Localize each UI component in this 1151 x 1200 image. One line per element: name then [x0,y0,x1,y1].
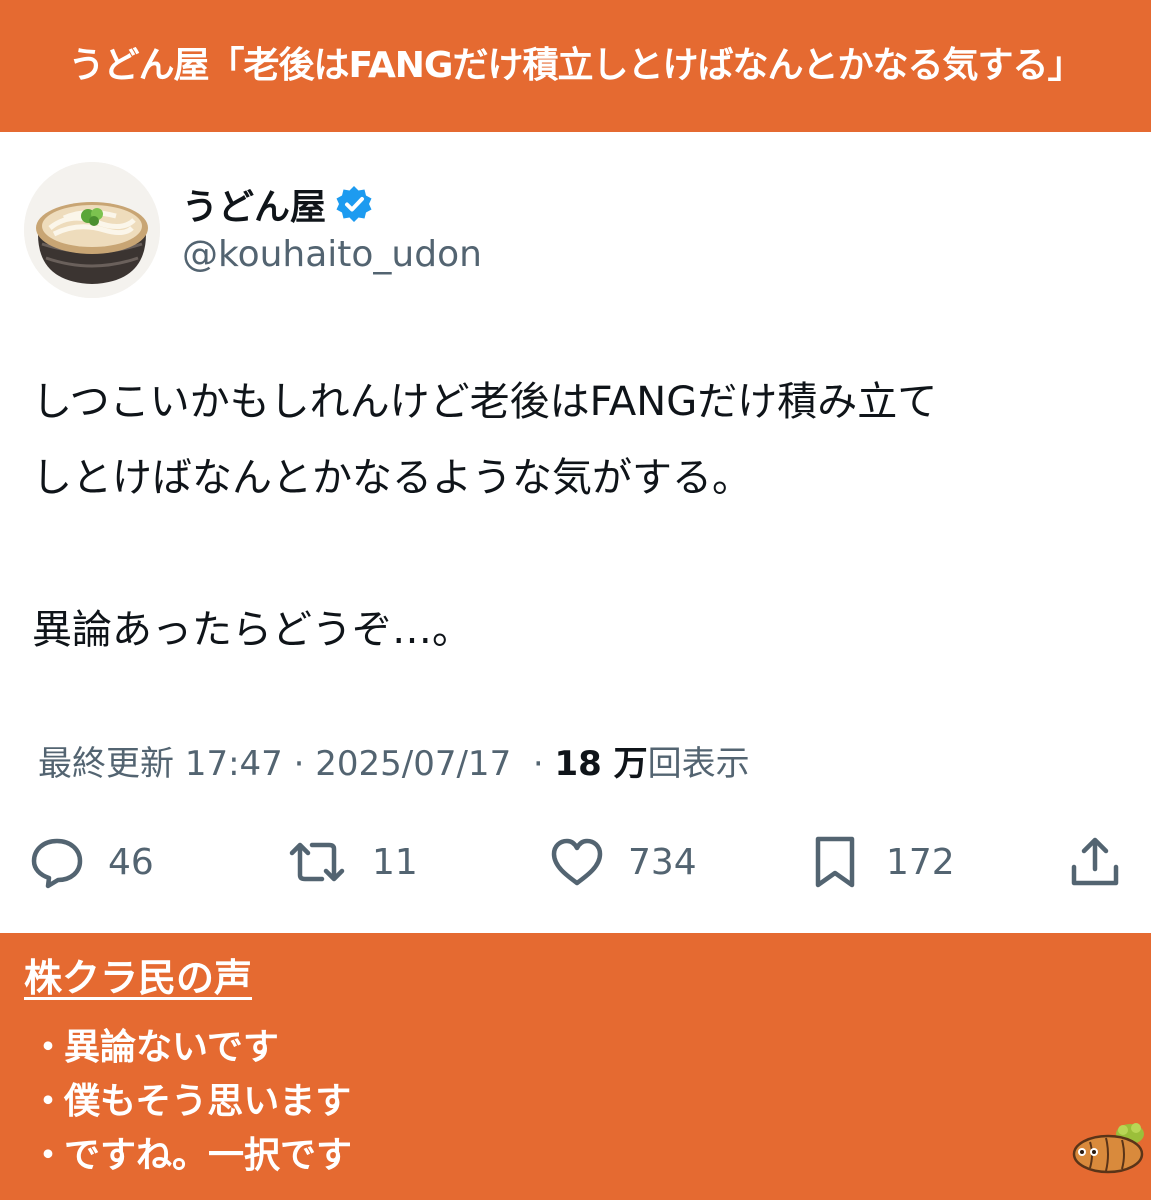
meta-separator: · [522,744,544,784]
bullet-dot: ・ [30,1135,67,1176]
share-button[interactable] [1066,822,1124,902]
share-icon [1071,837,1119,886]
tweet-action-bar: 46 11 734 172 [0,822,1151,902]
tweet-meta: 最終更新 17:47 · 2025/07/17 · 18 万回表示 [38,736,750,785]
headline-title: うどん屋「老後はFANGだけ積立しとけばなんとかなる気する」 [68,45,1083,86]
tweet-time[interactable]: 17:47 [185,744,283,784]
speech-bubble-icon [31,838,83,889]
headline-banner: うどん屋「老後はFANGだけ積立しとけばなんとかなる気する」 [0,0,1151,132]
retweet-button[interactable]: 11 [284,822,418,902]
views-label: 回表示 [647,744,750,784]
heart-icon [551,838,603,886]
voices-list: ・異論ないです ・僕もそう思います ・ですね。一択です [30,1021,352,1183]
tweet-text-line: しつこいかもしれんけど老後はFANGだけ積み立て [32,379,938,425]
voice-text: 僕もそう思います [64,1081,352,1122]
voice-text: 異論ないです [64,1027,279,1068]
voices-heading: 株クラ民の声 [24,956,253,1000]
voice-text: ですね。一択です [64,1135,353,1176]
investor-voices-panel: 株クラ民の声 ・異論ないです ・僕もそう思います ・ですね。一択です [0,933,1151,1200]
tweet-date[interactable]: 2025/07/17 [315,744,511,784]
tweet-text: しつこいかもしれんけど老後はFANGだけ積み立て しとけばなんとかなるような気が… [32,364,1122,668]
bullet-dot: ・ [30,1027,67,1068]
voice-item: ・ですね。一択です [30,1129,352,1183]
verified-badge-icon [334,184,374,224]
udon-bowl-icon [24,162,160,298]
like-count: 734 [628,841,697,883]
bookmark-count: 172 [886,841,955,883]
meta-separator: · [293,744,305,784]
reply-button[interactable]: 46 [28,822,154,902]
bookmark-button[interactable]: 172 [806,822,955,902]
display-name-text: うどん屋 [182,187,327,228]
bookmark-icon [815,836,855,888]
voice-item: ・異論ないです [30,1021,352,1075]
bullet-dot: ・ [30,1081,67,1122]
display-name[interactable]: うどん屋 [182,178,374,230]
tweet-card: うどん屋 @kouhaito_udon しつこいかもしれんけど老後はFANGだけ… [0,132,1151,933]
updated-label: 最終更新 [38,744,174,784]
voice-item: ・僕もそう思います [30,1075,352,1129]
mascot-icon [1068,1118,1150,1178]
retweet-count: 11 [372,841,418,883]
tweet-text-line: しとけばなんとかなるような気がする。 [32,455,752,501]
views-count: 18 万 [554,744,648,784]
like-button[interactable]: 734 [548,822,697,902]
retweet-icon [289,842,345,882]
reply-count: 46 [108,841,154,883]
tweet-text-line: 異論あったらどうぞ…。 [32,607,472,653]
avatar[interactable] [24,162,160,298]
user-handle[interactable]: @kouhaito_udon [182,234,482,275]
